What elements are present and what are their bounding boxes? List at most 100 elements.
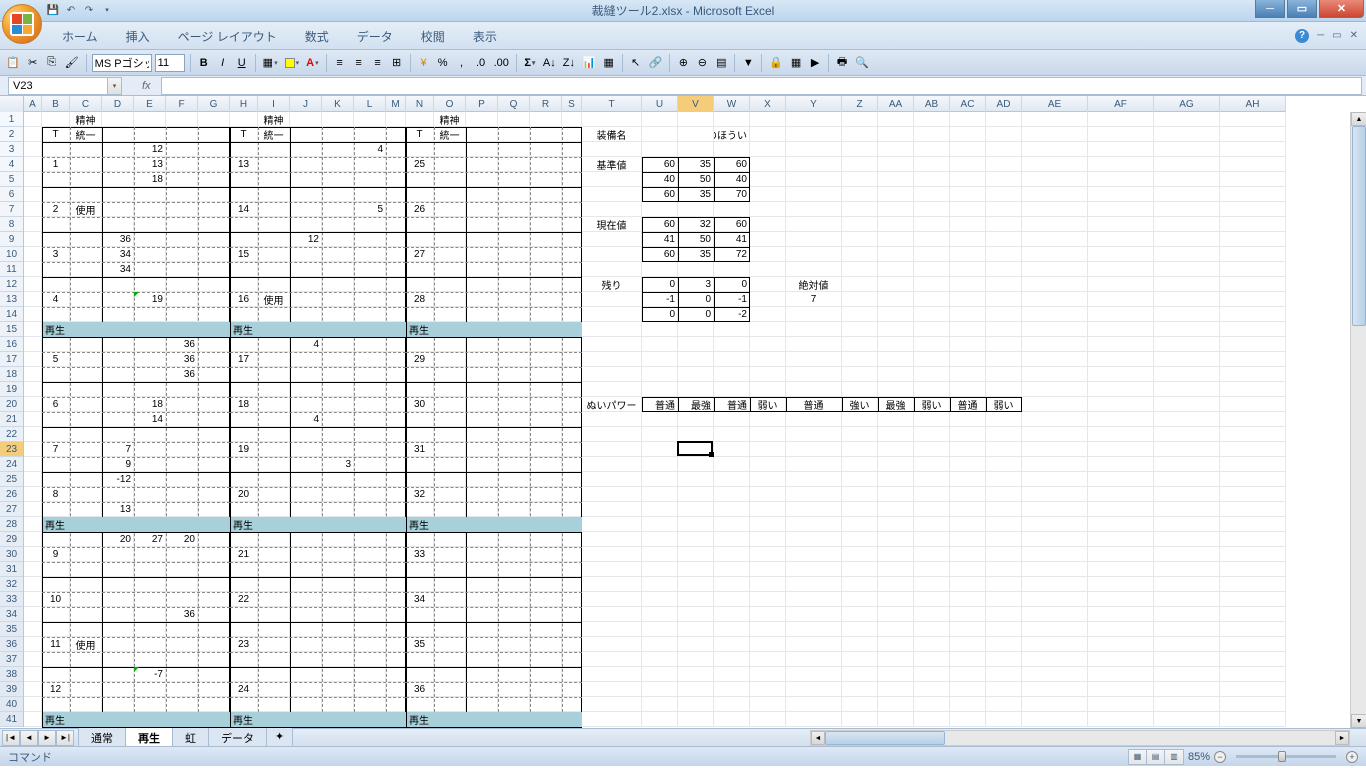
cell[interactable] [642,607,678,622]
cell[interactable] [498,637,530,652]
cell[interactable] [102,307,134,322]
cell[interactable] [714,142,750,157]
cell[interactable] [642,487,678,502]
cell[interactable] [842,577,878,592]
cell[interactable] [750,472,786,487]
cell[interactable] [386,607,406,622]
cell[interactable] [354,382,386,397]
cell[interactable] [322,142,354,157]
cell[interactable] [434,502,466,517]
cell[interactable] [24,337,42,352]
cell[interactable] [642,517,678,532]
cell[interactable] [406,412,434,427]
cell[interactable] [42,142,70,157]
cell[interactable] [642,457,678,472]
cell[interactable] [134,682,166,697]
cell[interactable]: 28 [406,292,434,307]
cell[interactable] [878,232,914,247]
cell[interactable]: 60 [714,157,750,172]
cell[interactable] [498,472,530,487]
cell[interactable] [986,637,1022,652]
cell[interactable] [714,532,750,547]
cell[interactable] [562,412,582,427]
cell[interactable] [562,427,582,442]
cell[interactable] [102,697,134,712]
cell[interactable] [198,487,230,502]
row-header[interactable]: 26 [0,487,23,502]
cell[interactable] [42,277,70,292]
cell[interactable] [642,382,678,397]
cell[interactable] [986,502,1022,517]
cell[interactable] [714,607,750,622]
cell[interactable] [678,202,714,217]
cell[interactable] [1220,142,1286,157]
cell[interactable] [986,262,1022,277]
cell[interactable] [24,157,42,172]
row-header[interactable]: 38 [0,667,23,682]
cell[interactable] [24,682,42,697]
cell[interactable] [842,217,878,232]
cell[interactable] [290,397,322,412]
cell[interactable] [1022,457,1088,472]
cell[interactable] [290,382,322,397]
cell[interactable] [878,187,914,202]
row-header[interactable]: 22 [0,427,23,442]
cell[interactable] [466,562,498,577]
cell[interactable] [878,322,914,337]
cell[interactable] [24,712,42,727]
cell[interactable]: 使用 [70,202,102,217]
cell[interactable] [786,307,842,322]
cell[interactable] [714,697,750,712]
cell[interactable] [258,322,290,337]
cell[interactable] [354,667,386,682]
cell[interactable] [466,262,498,277]
cell[interactable] [1154,277,1220,292]
cell[interactable] [166,277,198,292]
cell[interactable] [878,697,914,712]
cell[interactable] [24,112,42,127]
cell[interactable] [166,502,198,517]
cell[interactable] [878,427,914,442]
cell[interactable] [986,457,1022,472]
cell[interactable] [1154,697,1220,712]
cell[interactable] [842,712,878,727]
cell[interactable]: 16 [230,292,258,307]
cell[interactable]: 12 [42,682,70,697]
cell[interactable] [24,307,42,322]
cell[interactable] [434,142,466,157]
cell[interactable]: 36 [166,352,198,367]
cell[interactable] [102,172,134,187]
cell[interactable] [1022,337,1088,352]
cell[interactable] [466,352,498,367]
zoom-in-button[interactable]: + [1346,751,1358,763]
cell[interactable] [386,322,406,337]
cell[interactable] [354,457,386,472]
help-icon[interactable]: ? [1295,29,1309,43]
cell[interactable] [1154,382,1220,397]
row-header[interactable]: 25 [0,472,23,487]
cell[interactable] [1220,247,1286,262]
sheet-tab[interactable]: 虹 [172,727,209,748]
cell[interactable] [466,712,498,727]
cell[interactable] [166,247,198,262]
cell[interactable] [198,547,230,562]
cell[interactable] [322,547,354,562]
cell[interactable] [70,532,102,547]
cell[interactable] [258,562,290,577]
cell[interactable] [950,382,986,397]
cell[interactable] [950,292,986,307]
cell[interactable] [322,232,354,247]
cell[interactable]: 4 [290,412,322,427]
ribbon-tab[interactable]: 数式 [291,22,343,49]
cell[interactable] [562,592,582,607]
cell[interactable] [786,367,842,382]
cell[interactable] [1088,547,1154,562]
cell[interactable] [950,577,986,592]
cell[interactable] [678,487,714,502]
cell[interactable] [842,682,878,697]
cell[interactable] [986,187,1022,202]
cell[interactable] [290,652,322,667]
cell[interactable] [258,442,290,457]
cell[interactable] [1220,277,1286,292]
cell[interactable] [42,472,70,487]
